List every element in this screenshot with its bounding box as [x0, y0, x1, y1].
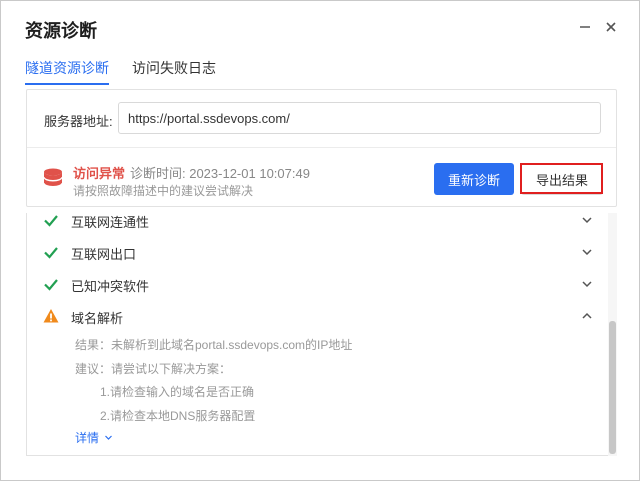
export-results-button[interactable]: 导出结果	[521, 163, 603, 195]
diagnosis-summary-panel: 服务器地址: 访问异常 诊断时间: 2023-12-01 10:07:49 请按…	[26, 89, 617, 207]
check-icon	[44, 279, 58, 291]
status-label: 访问异常	[73, 166, 126, 181]
check-item-label: 域名解析	[71, 311, 124, 326]
resource-diagnosis-dialog: 资源诊断 隧道资源诊断 访问失败日志 服务器地址: 访问异常 诊断时间: 202…	[0, 0, 640, 481]
details-link-label: 详情	[75, 431, 100, 445]
check-items-list: 互联网连通性 互联网出口 已知冲突软件 域名解析 结果：未解析到此域名porta…	[26, 213, 617, 456]
check-item-label: 已知冲突软件	[71, 279, 150, 294]
tab-tunnel-diagnosis[interactable]: 隧道资源诊断	[25, 59, 109, 85]
check-icon	[44, 247, 58, 259]
dns-step-2: 2.请检查本地DNS服务器配置	[100, 409, 256, 423]
dialog-title: 资源诊断	[25, 21, 97, 41]
list-scrollbar[interactable]	[608, 213, 617, 456]
check-item-label: 互联网连通性	[71, 215, 150, 230]
close-button[interactable]	[601, 17, 621, 37]
diagnosis-time: 诊断时间: 2023-12-01 10:07:49	[130, 166, 310, 181]
minimize-button[interactable]	[575, 17, 595, 37]
chevron-up-icon[interactable]	[581, 310, 593, 322]
dns-result-text: 结果：未解析到此域名portal.ssdevops.com的IP地址	[75, 338, 353, 352]
chevron-down-icon[interactable]	[581, 214, 593, 226]
details-link[interactable]: 详情	[75, 429, 113, 446]
chevron-down-icon[interactable]	[581, 278, 593, 290]
rediagnose-button[interactable]: 重新诊断	[434, 163, 514, 195]
check-icon	[44, 215, 58, 227]
check-item-conflict-software[interactable]: 已知冲突软件	[27, 268, 616, 300]
server-address-input[interactable]	[118, 102, 601, 134]
server-address-label: 服务器地址:	[44, 114, 113, 129]
close-icon	[606, 22, 616, 32]
chevron-down-icon[interactable]	[581, 246, 593, 258]
tab-access-failure-log[interactable]: 访问失败日志	[132, 59, 216, 85]
check-item-dns-resolution[interactable]: 域名解析	[27, 300, 616, 332]
scrollbar-thumb[interactable]	[609, 321, 616, 454]
dns-step-1: 1.请检查输入的域名是否正确	[100, 385, 255, 399]
check-item-internet-connectivity[interactable]: 互联网连通性	[27, 213, 616, 236]
tab-bar: 隧道资源诊断 访问失败日志	[25, 59, 216, 85]
check-item-internet-exit[interactable]: 互联网出口	[27, 236, 616, 268]
warning-icon	[43, 309, 59, 323]
chevron-down-icon	[105, 435, 112, 440]
check-item-label: 互联网出口	[71, 247, 137, 262]
minimize-icon	[580, 26, 590, 28]
dns-suggestion-text: 建议：请尝试以下解决方案：	[75, 362, 232, 376]
status-hint: 请按照故障描述中的建议尝试解决	[73, 184, 254, 198]
database-error-icon	[43, 168, 63, 187]
panel-divider	[27, 147, 616, 148]
